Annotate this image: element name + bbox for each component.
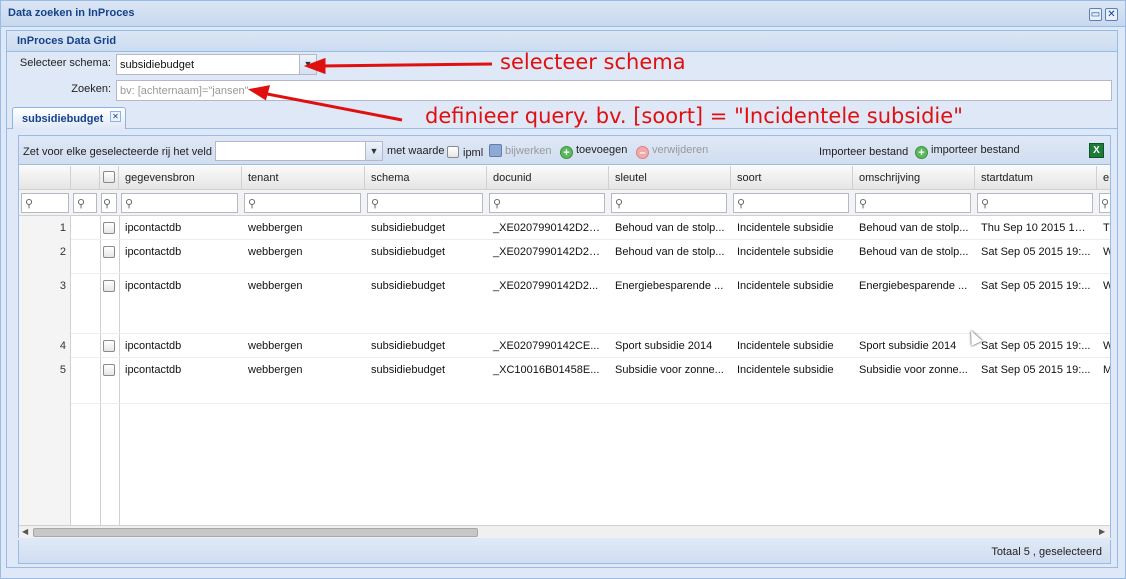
arrow-query-line [261, 91, 403, 122]
arrow-query-head [247, 85, 271, 101]
arrow-schema-head [303, 57, 326, 75]
annotation-arrows [247, 57, 493, 122]
arrow-schema-line [319, 62, 493, 68]
